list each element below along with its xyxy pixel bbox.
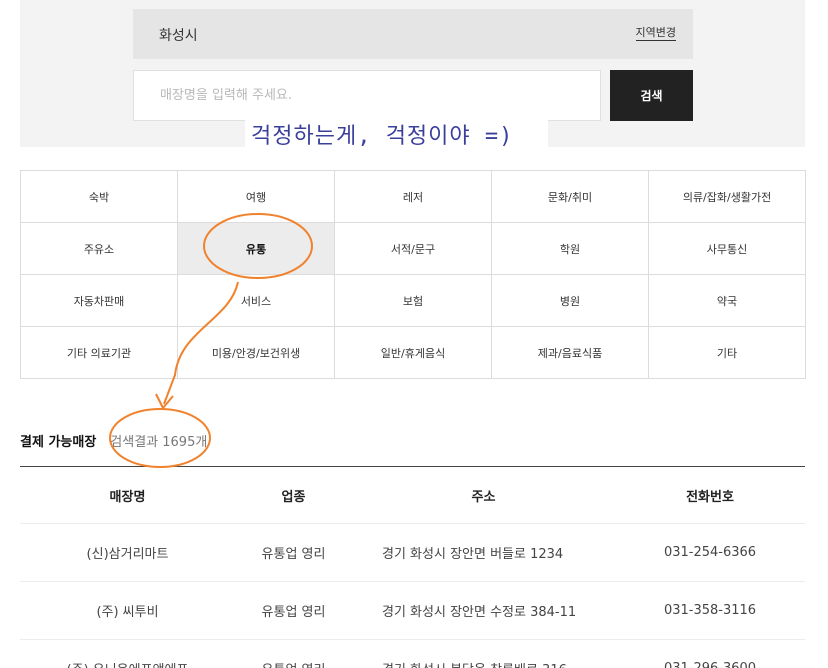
- region-bar: 화성시 지역변경: [133, 9, 693, 59]
- category-item[interactable]: 여행: [177, 170, 335, 223]
- category-row: 기타 의료기관 미용/안경/보건위생 일반/휴게음식 제과/음료식품 기타: [20, 326, 806, 379]
- result-title: 결제 가능매장: [20, 435, 97, 450]
- category-item[interactable]: 의류/잡화/생활가전: [648, 170, 806, 223]
- region-change-link[interactable]: 지역변경: [635, 26, 676, 41]
- table-row[interactable]: (주) 유니온에프앤에프유통업 영리경기 화성시 봉담읍 참룡배로 316031…: [20, 639, 805, 668]
- region-name: 화성시: [159, 28, 198, 44]
- category-item[interactable]: 제과/음료식품: [491, 326, 649, 379]
- category-item[interactable]: 보험: [334, 274, 492, 327]
- table-row[interactable]: (신)삼거리마트 유통업 영리 경기 화성시 장안면 버들로 1234 031-254…: [20, 523, 805, 582]
- category-item[interactable]: 서비스: [177, 274, 335, 327]
- result-table-header-row: 매장명 업종 주소 전화번호: [20, 466, 805, 524]
- category-item[interactable]: 사무통신: [648, 222, 806, 275]
- address-cell: 경기 화성시 장안면 수정로 384-11: [352, 581, 615, 640]
- category-item[interactable]: 주유소: [20, 222, 178, 275]
- category-row: 숙박 여행 레저 문화/취미 의류/잡화/생활가전: [20, 170, 806, 223]
- category-row: 자동차판매 서비스 보험 병원 약국: [20, 274, 806, 327]
- handwritten-note: 걱정하는게, 걱정이야 =): [245, 120, 548, 154]
- business-type-cell: 유통업 영리: [235, 639, 352, 668]
- result-header: 결제 가능매장 검색결과 1695개: [20, 431, 207, 450]
- table-row[interactable]: (주) 씨투비 유통업 영리 경기 화성시 장안면 수정로 384-11 031-35…: [20, 581, 805, 640]
- category-item[interactable]: 학원: [491, 222, 649, 275]
- category-item[interactable]: 자동차판매: [20, 274, 178, 327]
- category-row: 주유소 유통 서적/문구 학원 사무통신: [20, 222, 806, 275]
- column-header-phone: 전화번호: [615, 466, 805, 524]
- store-name-cell: (주) 씨투비: [20, 581, 235, 640]
- category-grid: 숙박 여행 레저 문화/취미 의류/잡화/생활가전 주유소 유통 서적/문구 학원 사무통신 자동차…: [20, 170, 806, 379]
- column-header-store-name: 매장명: [20, 466, 235, 524]
- phone-cell: 031-358-3116: [615, 581, 805, 640]
- category-item[interactable]: 미용/안경/보건위생: [177, 326, 335, 379]
- category-item[interactable]: 유통: [177, 222, 335, 275]
- store-result-table: 매장명 업종 주소 전화번호 (신)삼거리마트 유통업 영리 경기 화성시 장안면 …: [20, 466, 805, 668]
- store-name-cell: (주) 유니온에프앤에프: [20, 639, 235, 668]
- category-item[interactable]: 기타 의료기관: [20, 326, 178, 379]
- column-header-business-type: 업종: [235, 466, 352, 524]
- category-item[interactable]: 서적/문구: [334, 222, 492, 275]
- category-item[interactable]: 기타: [648, 326, 806, 379]
- phone-cell: 031-296-3600: [615, 639, 805, 668]
- store-name-cell: (신)삼거리마트: [20, 523, 235, 582]
- category-item[interactable]: 일반/휴게음식: [334, 326, 492, 379]
- business-type-cell: 유통업 영리: [235, 581, 352, 640]
- category-item[interactable]: 문화/취미: [491, 170, 649, 223]
- column-header-address: 주소: [352, 466, 615, 524]
- category-item[interactable]: 약국: [648, 274, 806, 327]
- business-type-cell: 유통업 영리: [235, 523, 352, 582]
- search-button[interactable]: 검색: [610, 70, 693, 121]
- category-item[interactable]: 레저: [334, 170, 492, 223]
- address-cell: 경기 화성시 장안면 버들로 1234: [352, 523, 615, 582]
- result-count: 검색결과 1695개: [110, 435, 208, 450]
- address-cell: 경기 화성시 봉담읍 참룡배로 316: [352, 639, 615, 668]
- phone-cell: 031-254-6366: [615, 523, 805, 582]
- annotation-arrowhead: [155, 393, 174, 409]
- category-item[interactable]: 병원: [491, 274, 649, 327]
- store-name-input[interactable]: [133, 70, 601, 121]
- category-item[interactable]: 숙박: [20, 170, 178, 223]
